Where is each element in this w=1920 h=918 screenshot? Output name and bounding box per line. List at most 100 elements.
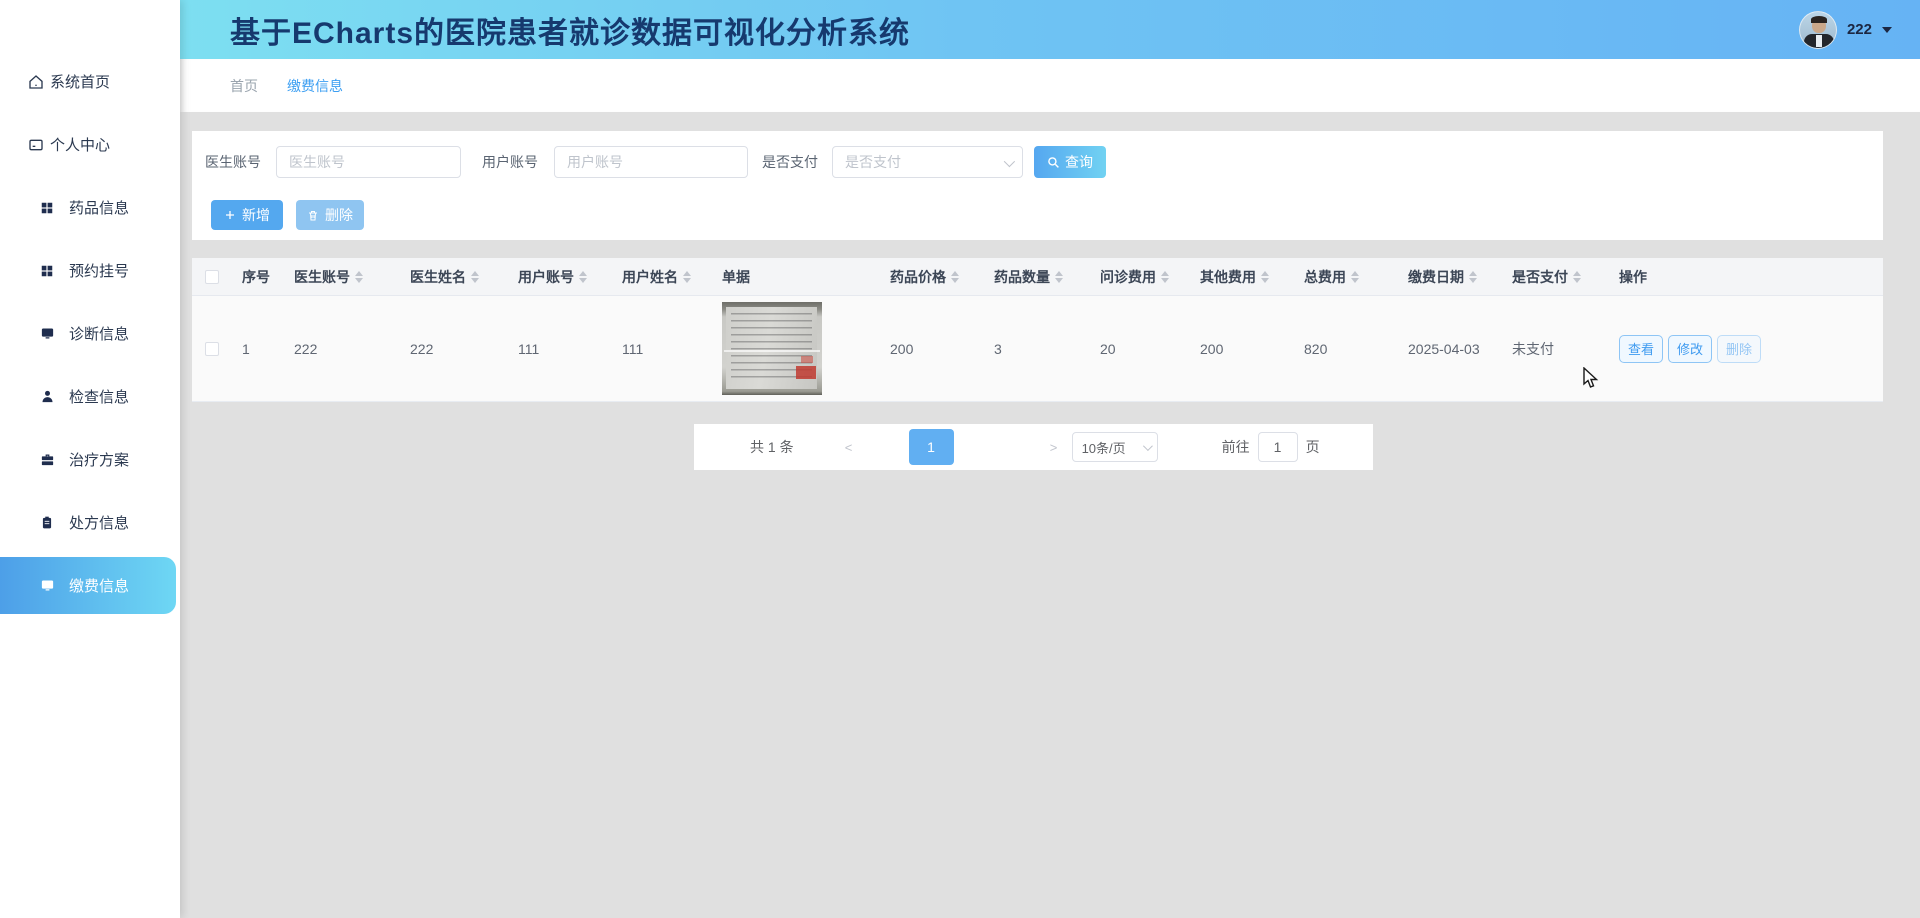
sort-icon[interactable] xyxy=(579,271,587,283)
monitor-icon xyxy=(39,326,55,342)
sort-icon[interactable] xyxy=(1161,271,1169,283)
cell-drug-price: 200 xyxy=(880,341,984,357)
user-account-label: 用户账号 xyxy=(482,152,538,172)
sidebar-item-label: 预约挂号 xyxy=(69,260,129,281)
breadcrumb: 首页 缴费信息 xyxy=(180,59,1920,112)
sort-icon[interactable] xyxy=(1573,271,1581,283)
col-other-fee[interactable]: 其他费用 xyxy=(1190,267,1294,287)
row-checkbox[interactable] xyxy=(205,342,219,356)
goto-page-input[interactable] xyxy=(1258,432,1298,462)
row-delete-button[interactable]: 删除 xyxy=(1717,335,1761,363)
sidebar-item-label: 缴费信息 xyxy=(69,575,129,596)
cell-total-fee: 820 xyxy=(1294,341,1398,357)
payment-icon xyxy=(39,578,55,594)
grid-icon xyxy=(39,263,55,279)
pay-status-select[interactable]: 是否支付 xyxy=(832,146,1023,178)
select-all-checkbox-cell xyxy=(192,270,232,284)
sidebar-item-appointment[interactable]: 预约挂号 xyxy=(0,239,180,302)
cell-user-name: 111 xyxy=(612,341,712,357)
view-button[interactable]: 查看 xyxy=(1619,335,1663,363)
home-icon xyxy=(28,74,44,90)
col-user-name[interactable]: 用户姓名 xyxy=(612,267,712,287)
user-menu[interactable]: 222 xyxy=(1799,11,1892,49)
cell-pay-status: 未支付 xyxy=(1502,339,1602,359)
table-header-row: 序号 医生账号 医生姓名 用户账号 用户姓名 单据 药品价格 药品数量 xyxy=(192,258,1883,296)
col-user-account[interactable]: 用户账号 xyxy=(508,267,612,287)
chevron-down-icon xyxy=(1882,27,1892,33)
chevron-down-icon xyxy=(1004,156,1015,167)
sidebar-item-prescription[interactable]: 处方信息 xyxy=(0,491,180,554)
chevron-down-icon xyxy=(1143,441,1153,451)
sort-icon[interactable] xyxy=(683,271,691,283)
doctor-account-input[interactable] xyxy=(276,146,461,178)
select-all-checkbox[interactable] xyxy=(205,270,219,284)
doctor-account-label: 医生账号 xyxy=(205,152,261,172)
sidebar-item-system-home[interactable]: 系统首页 xyxy=(0,50,180,113)
sidebar-item-personal-center[interactable]: 个人中心 xyxy=(0,113,180,176)
breadcrumb-current[interactable]: 缴费信息 xyxy=(287,76,343,96)
col-drug-qty[interactable]: 药品数量 xyxy=(984,267,1090,287)
cell-user-account: 111 xyxy=(508,341,612,357)
sidebar-item-payment[interactable]: 缴费信息 xyxy=(0,557,176,614)
page-title: 基于ECharts的医院患者就诊数据可视化分析系统 xyxy=(230,8,910,52)
cell-consult-fee: 20 xyxy=(1090,341,1190,357)
page-size-select[interactable]: 10条/页 xyxy=(1072,432,1158,462)
goto-suffix: 页 xyxy=(1306,437,1320,457)
col-pay-date[interactable]: 缴费日期 xyxy=(1398,267,1502,287)
sidebar-item-treatment[interactable]: 治疗方案 xyxy=(0,428,180,491)
username: 222 xyxy=(1847,21,1872,38)
sidebar-item-label: 治疗方案 xyxy=(69,449,129,470)
query-button[interactable]: 查询 xyxy=(1034,146,1106,178)
sidebar-item-examination[interactable]: 检查信息 xyxy=(0,365,180,428)
col-pay-status[interactable]: 是否支付 xyxy=(1502,267,1602,287)
pagination-total: 共 1 条 xyxy=(750,437,794,457)
sidebar-item-diagnosis[interactable]: 诊断信息 xyxy=(0,302,180,365)
col-total-fee[interactable]: 总费用 xyxy=(1294,267,1398,287)
payment-table: 序号 医生账号 医生姓名 用户账号 用户姓名 单据 药品价格 药品数量 xyxy=(192,258,1883,402)
cell-other-fee: 200 xyxy=(1190,341,1294,357)
cell-index: 1 xyxy=(232,341,284,357)
cell-doctor-name: 222 xyxy=(400,341,508,357)
col-drug-price[interactable]: 药品价格 xyxy=(880,267,984,287)
search-icon xyxy=(1047,156,1060,169)
page-number-button[interactable]: 1 xyxy=(909,429,954,465)
sidebar-item-label: 处方信息 xyxy=(69,512,129,533)
col-consult-fee[interactable]: 问诊费用 xyxy=(1090,267,1190,287)
col-doctor-account[interactable]: 医生账号 xyxy=(284,267,400,287)
sort-icon[interactable] xyxy=(1351,271,1359,283)
pay-status-placeholder: 是否支付 xyxy=(845,152,901,172)
sort-icon[interactable] xyxy=(1469,271,1477,283)
user-icon xyxy=(39,389,55,405)
add-button[interactable]: 新增 xyxy=(211,200,283,230)
sort-icon[interactable] xyxy=(1261,271,1269,283)
grid-icon xyxy=(39,200,55,216)
sidebar-item-drug-info[interactable]: 药品信息 xyxy=(0,176,180,239)
next-page-button[interactable]: > xyxy=(1039,440,1069,455)
plus-icon xyxy=(224,209,236,221)
sidebar-item-label: 检查信息 xyxy=(69,386,129,407)
clipboard-icon xyxy=(39,515,55,531)
pay-status-label: 是否支付 xyxy=(762,152,818,172)
col-doctor-name[interactable]: 医生姓名 xyxy=(400,267,508,287)
id-card-icon xyxy=(28,137,44,153)
user-account-input[interactable] xyxy=(554,146,748,178)
sort-icon[interactable] xyxy=(951,271,959,283)
sidebar-item-label: 个人中心 xyxy=(50,134,110,155)
sort-icon[interactable] xyxy=(355,271,363,283)
cell-pay-date: 2025-04-03 xyxy=(1398,341,1502,357)
avatar[interactable] xyxy=(1799,11,1837,49)
delete-button[interactable]: 删除 xyxy=(296,200,364,230)
toolbar: 新增 删除 xyxy=(192,200,1883,230)
trash-icon xyxy=(307,209,319,222)
briefcase-icon xyxy=(39,452,55,468)
edit-button[interactable]: 修改 xyxy=(1668,335,1712,363)
receipt-photo[interactable] xyxy=(722,302,822,395)
prev-page-button[interactable]: < xyxy=(834,440,864,455)
breadcrumb-home[interactable]: 首页 xyxy=(230,76,258,96)
table-row: 1 222 222 111 111 200 3 20 200 820 2025-… xyxy=(192,296,1883,402)
sort-icon[interactable] xyxy=(1055,271,1063,283)
sidebar-item-label: 诊断信息 xyxy=(69,323,129,344)
sort-icon[interactable] xyxy=(471,271,479,283)
col-operations: 操作 xyxy=(1602,267,1883,287)
goto-label: 前往 xyxy=(1222,437,1250,457)
